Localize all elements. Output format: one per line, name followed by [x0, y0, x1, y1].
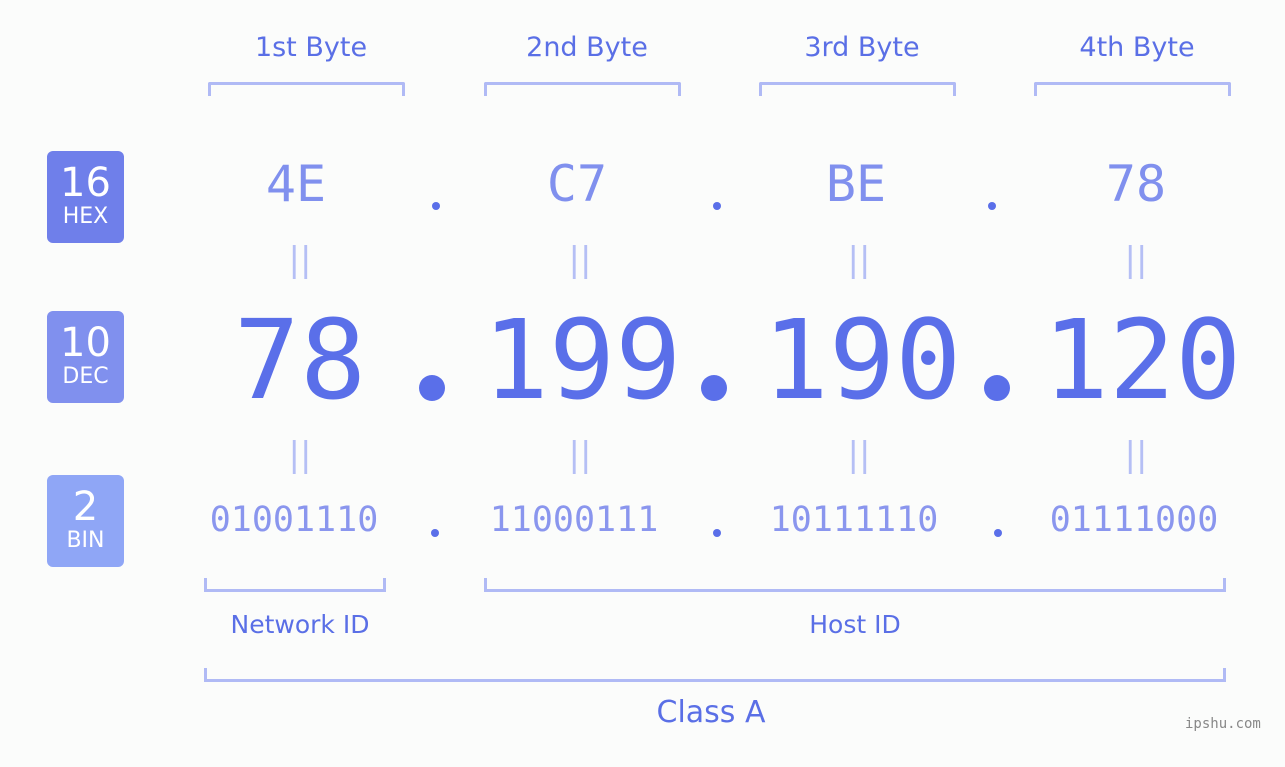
equals-sign: || [1124, 435, 1148, 475]
bin-byte-4: 01111000 [1049, 500, 1219, 540]
hex-separator-2 [713, 202, 721, 210]
equals-sign: || [568, 435, 592, 475]
bin-badge-label: BIN [66, 528, 105, 553]
equals-sign: || [1124, 240, 1148, 280]
hex-badge: 16 HEX [47, 151, 124, 243]
dec-byte-1: 78 [233, 296, 367, 424]
byte-label-4: 4th Byte [1079, 32, 1195, 63]
byte-label-1: 1st Byte [254, 32, 368, 63]
hex-separator-1 [432, 202, 440, 210]
hex-separator-3 [988, 202, 996, 210]
byte-bracket-3 [759, 82, 956, 96]
hex-byte-3: BE [825, 155, 887, 213]
equals-sign: || [288, 240, 312, 280]
dec-separator-3 [984, 375, 1010, 401]
bin-badge: 2 BIN [47, 475, 124, 567]
byte-bracket-2 [484, 82, 681, 96]
hex-byte-4: 78 [1105, 155, 1167, 213]
equals-sign: || [568, 240, 592, 280]
dec-byte-4: 120 [1042, 296, 1242, 424]
class-bracket [204, 668, 1226, 682]
hex-badge-label: HEX [62, 204, 109, 229]
class-label: Class A [656, 695, 766, 730]
dec-byte-3: 190 [762, 296, 962, 424]
watermark: ipshu.com [1185, 716, 1261, 732]
dec-badge: 10 DEC [47, 311, 124, 403]
equals-sign: || [847, 435, 871, 475]
bin-byte-3: 10111110 [769, 500, 939, 540]
dec-separator-2 [701, 375, 727, 401]
dec-byte-2: 199 [482, 296, 682, 424]
hex-byte-1: 4E [265, 155, 327, 213]
host-id-label: Host ID [809, 610, 901, 639]
equals-sign: || [847, 240, 871, 280]
network-id-bracket [204, 578, 386, 592]
bin-byte-1: 01001110 [209, 500, 379, 540]
bin-separator-2 [713, 529, 721, 537]
hex-badge-base: 16 [60, 160, 111, 206]
bin-byte-2: 11000111 [489, 500, 659, 540]
byte-bracket-1 [208, 82, 405, 96]
host-id-bracket [484, 578, 1226, 592]
hex-byte-2: C7 [546, 155, 608, 213]
dec-separator-1 [419, 375, 445, 401]
byte-label-3: 3rd Byte [804, 32, 920, 63]
bin-separator-3 [994, 529, 1002, 537]
bin-badge-base: 2 [72, 484, 99, 530]
dec-badge-base: 10 [60, 320, 111, 366]
byte-bracket-4 [1034, 82, 1231, 96]
network-id-label: Network ID [230, 610, 370, 639]
dec-badge-label: DEC [62, 364, 109, 389]
bin-separator-1 [431, 529, 439, 537]
equals-sign: || [288, 435, 312, 475]
byte-label-2: 2nd Byte [526, 32, 648, 63]
